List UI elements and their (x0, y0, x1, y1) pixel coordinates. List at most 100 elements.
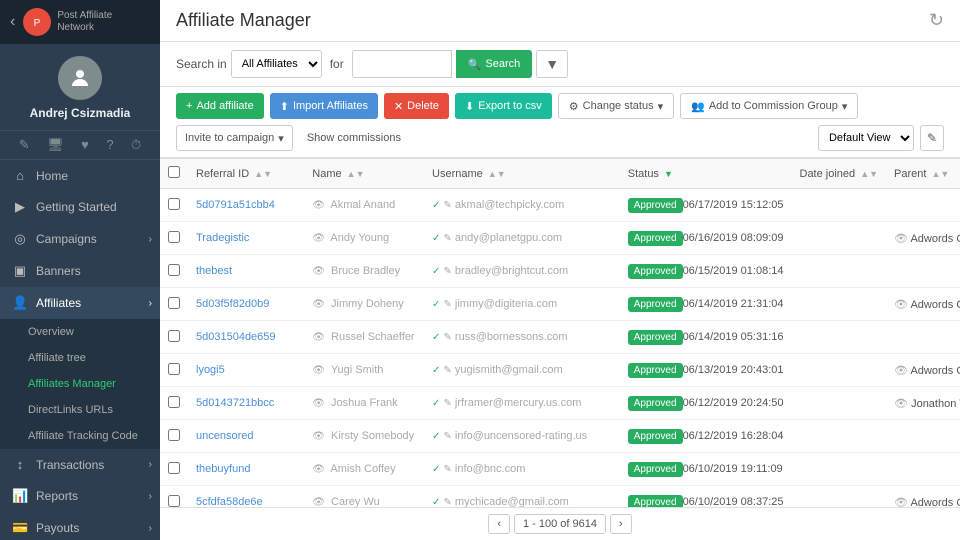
table-row: lyogi5 👁 Yugi Smith ✓ ✎ yugismith@gmail.… (160, 354, 960, 387)
eye-icon[interactable]: 👁 (312, 398, 325, 409)
col-name[interactable]: Name ▲▼ (304, 159, 424, 189)
show-commissions-button[interactable]: Show commissions (299, 129, 409, 147)
eye-icon[interactable]: 👁 (312, 299, 325, 310)
refresh-button[interactable]: ↻ (929, 10, 944, 31)
sidebar-item-reports[interactable]: 📊 Reports › (0, 480, 160, 512)
eye-icon[interactable]: 👁 (312, 233, 325, 244)
edit-view-button[interactable]: ✎ (920, 125, 944, 151)
sidebar-item-banners[interactable]: ▣ Banners (0, 255, 160, 287)
table-row: Tradegistic 👁 Andy Young ✓ ✎ andy@planet… (160, 222, 960, 255)
eye-icon[interactable]: 👁 (312, 431, 325, 442)
sidebar-item-transactions[interactable]: ↕ Transactions › (0, 449, 160, 480)
eye-icon[interactable]: 👁 (312, 464, 325, 475)
desktop-icon[interactable]: 🖥 (47, 137, 64, 153)
prev-page-button[interactable]: ‹ (488, 514, 510, 534)
profile-name: Andrej Csizmadia (30, 106, 131, 120)
search-input[interactable] (352, 50, 452, 78)
sidebar-item-affiliate-tracking-code[interactable]: Affiliate Tracking Code (0, 423, 160, 449)
sidebar-item-affiliate-tree[interactable]: Affiliate tree (0, 345, 160, 371)
sidebar-item-payouts[interactable]: 💳 Payouts › (0, 512, 160, 540)
row-checkbox[interactable] (168, 462, 180, 474)
change-status-button[interactable]: ⚙ Change status ▾ (558, 93, 674, 119)
page-info: 1 - 100 of 9614 (514, 514, 606, 534)
add-affiliate-button[interactable]: + Add affiliate (176, 93, 264, 119)
eye-icon[interactable]: 👁 (312, 497, 325, 507)
eye-icon[interactable]: 👁 (312, 365, 325, 376)
row-username: ✓ ✎ yugismith@gmail.com (424, 354, 620, 387)
next-page-button[interactable]: › (610, 514, 632, 534)
row-checkbox[interactable] (168, 495, 180, 507)
import-affiliates-button[interactable]: ⬆ Import Affiliates (270, 93, 378, 119)
row-checkbox[interactable] (168, 396, 180, 408)
row-checkbox[interactable] (168, 198, 180, 210)
row-checkbox-cell[interactable] (160, 453, 188, 486)
nav-label-getting-started: Getting Started (36, 200, 117, 214)
search-select[interactable]: All Affiliates (231, 50, 322, 78)
delete-button[interactable]: ✕ Delete (384, 93, 449, 119)
filter-button[interactable]: ▼ (536, 50, 568, 78)
verified-icon: ✓ (432, 398, 440, 409)
eye-icon[interactable]: 👁 (312, 332, 325, 343)
sidebar-item-directlinks-urls[interactable]: DirectLinks URLs (0, 397, 160, 423)
row-username: ✓ ✎ info@bnc.com (424, 453, 620, 486)
pencil-icon: ✎ (443, 299, 451, 310)
row-checkbox[interactable] (168, 297, 180, 309)
question-icon[interactable]: ? (106, 137, 113, 153)
add-commission-button[interactable]: 👥 Add to Commission Group ▾ (680, 93, 858, 119)
nav-label-banners: Banners (36, 264, 81, 278)
sidebar-item-affiliates[interactable]: 👤 Affiliates › (0, 287, 160, 319)
row-checkbox-cell[interactable] (160, 354, 188, 387)
col-parent[interactable]: Parent ▲▼ (886, 159, 960, 189)
row-checkbox[interactable] (168, 264, 180, 276)
table-row: 5cfdfa58de6e 👁 Carey Wu ✓ ✎ mychicade@gm… (160, 486, 960, 508)
sidebar-item-home[interactable]: ⌂ Home (0, 160, 160, 191)
row-checkbox-cell[interactable] (160, 387, 188, 420)
col-username[interactable]: Username ▲▼ (424, 159, 620, 189)
affiliates-arrow: › (149, 298, 152, 309)
row-date (792, 288, 887, 321)
eye-icon[interactable]: 👁 (312, 266, 325, 277)
row-checkbox[interactable] (168, 231, 180, 243)
col-checkbox[interactable] (160, 159, 188, 189)
heart-icon[interactable]: ♥ (81, 137, 89, 153)
row-status: Approved06/10/2019 08:37:25 (620, 486, 792, 508)
row-checkbox-cell[interactable] (160, 420, 188, 453)
col-referral-id[interactable]: Referral ID ▲▼ (188, 159, 304, 189)
row-checkbox-cell[interactable] (160, 222, 188, 255)
row-checkbox-cell[interactable] (160, 255, 188, 288)
row-checkbox-cell[interactable] (160, 486, 188, 508)
pencil-icon: ✎ (443, 200, 451, 211)
row-checkbox-cell[interactable] (160, 288, 188, 321)
sidebar-item-affiliates-manager[interactable]: Affiliates Manager (0, 371, 160, 397)
select-all-checkbox[interactable] (168, 166, 180, 178)
status-badge: Approved (628, 198, 683, 213)
col-date-joined[interactable]: Date joined ▲▼ (792, 159, 887, 189)
view-select[interactable]: Default View (818, 125, 914, 151)
row-username: ✓ ✎ russ@bornessons.com (424, 321, 620, 354)
row-checkbox-cell[interactable] (160, 189, 188, 222)
search-button[interactable]: 🔍 Search (456, 50, 533, 78)
col-status[interactable]: Status ▼ (620, 159, 792, 189)
affiliates-icon: 👤 (12, 295, 28, 311)
export-csv-button[interactable]: ⬇ Export to csv (455, 93, 552, 119)
verified-icon: ✓ (432, 200, 440, 211)
action-bar: + Add affiliate ⬆ Import Affiliates ✕ De… (160, 87, 960, 158)
invite-campaign-button[interactable]: Invite to campaign ▾ (176, 125, 293, 151)
row-checkbox[interactable] (168, 429, 180, 441)
sidebar-item-overview[interactable]: Overview (0, 319, 160, 345)
search-in-label: Search in (176, 57, 227, 71)
row-checkbox[interactable] (168, 330, 180, 342)
eye-icon[interactable]: 👁 (312, 200, 325, 211)
parent-icon: 👁 (894, 233, 908, 245)
row-status: Approved06/17/2019 15:12:05 (620, 189, 792, 222)
back-button[interactable]: ‹ (10, 13, 15, 31)
status-badge: Approved (628, 264, 683, 279)
sidebar-item-campaigns[interactable]: ◎ Campaigns › (0, 223, 160, 255)
row-checkbox[interactable] (168, 363, 180, 375)
sidebar-item-getting-started[interactable]: ▶ Getting Started (0, 191, 160, 223)
edit-profile-icon[interactable]: ✎ (19, 137, 30, 153)
status-badge: Approved (628, 363, 683, 378)
clock-icon[interactable]: ⏱ (131, 137, 141, 153)
row-checkbox-cell[interactable] (160, 321, 188, 354)
row-name: 👁 Russel Schaeffer (304, 321, 424, 354)
